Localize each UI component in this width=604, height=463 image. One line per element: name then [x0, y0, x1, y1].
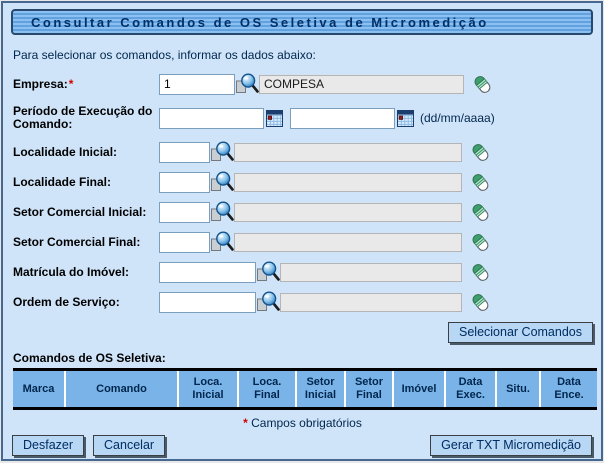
setor-inicial-search-icon[interactable]: [210, 200, 234, 224]
empresa-eraser-icon[interactable]: [470, 72, 494, 96]
column-header-comando: Comando: [65, 370, 178, 409]
column-header-loca-inicial: Loca.Inicial: [178, 370, 238, 409]
setor-inicial-label: Setor Comercial Inicial:: [13, 206, 159, 219]
setor-final-label: Setor Comercial Final:: [13, 236, 159, 249]
filter-form: Empresa:* COMPESA Período de Execução do…: [3, 72, 601, 314]
periodo-end-input[interactable]: [290, 108, 395, 129]
setor-final-name-display: [234, 233, 462, 252]
periodo-end-calendar-icon[interactable]: [397, 109, 415, 127]
cancel-button[interactable]: Cancelar: [93, 435, 165, 456]
date-format-hint: (dd/mm/aaaa): [420, 111, 495, 125]
form-row-periodo: Período de Execução do Comando: (dd/mm/a…: [13, 102, 593, 134]
localidade-inicial-search-icon[interactable]: [210, 140, 234, 164]
required-fields-note: * Campos obrigatórios: [3, 416, 601, 430]
select-commands-row: Selecionar Comandos: [3, 320, 601, 343]
required-note-text: Campos obrigatórios: [251, 416, 362, 430]
column-header-data-exec: DataExec.: [445, 370, 496, 409]
column-header-data-ence: DataEnce.: [540, 370, 597, 409]
ordem-servico-name-display: [280, 293, 462, 312]
form-row-setor-inicial: Setor Comercial Inicial:: [13, 200, 593, 224]
localidade-final-name-display: [234, 173, 462, 192]
undo-button[interactable]: Desfazer: [12, 435, 84, 456]
periodo-start-calendar-icon[interactable]: [266, 109, 284, 127]
form-row-setor-final: Setor Comercial Final:: [13, 230, 593, 254]
periodo-start-input[interactable]: [159, 108, 264, 129]
footer-spacer: [174, 435, 421, 456]
localidade-final-input[interactable]: [159, 172, 210, 193]
matricula-label: Matrícula do Imóvel:: [13, 266, 159, 279]
required-asterisk: *: [69, 77, 74, 91]
localidade-final-label: Localidade Final:: [13, 176, 159, 189]
column-header-loca-final: Loca.Final: [238, 370, 296, 409]
setor-inicial-name-display: [234, 203, 462, 222]
select-commands-button[interactable]: Selecionar Comandos: [448, 322, 593, 343]
localidade-inicial-input[interactable]: [159, 142, 210, 163]
localidade-inicial-label: Localidade Inicial:: [13, 146, 159, 159]
matricula-search-icon[interactable]: [256, 260, 280, 284]
form-row-localidade-final: Localidade Final:: [13, 170, 593, 194]
page-title-bar: Consultar Comandos de OS Seletiva de Mic…: [11, 9, 593, 35]
page-title: Consultar Comandos de OS Seletiva de Mic…: [13, 15, 489, 30]
footer-buttons: Desfazer Cancelar Gerar TXT Micromedição: [3, 435, 601, 456]
commands-table: Marca Comando Loca.Inicial Loca.Final Se…: [13, 368, 597, 410]
intro-text: Para selecionar os comandos, informar os…: [13, 48, 601, 62]
localidade-final-eraser-icon[interactable]: [468, 170, 492, 194]
setor-final-eraser-icon[interactable]: [468, 230, 492, 254]
localidade-final-search-icon[interactable]: [210, 170, 234, 194]
matricula-eraser-icon[interactable]: [468, 260, 492, 284]
localidade-inicial-eraser-icon[interactable]: [468, 140, 492, 164]
empresa-search-icon[interactable]: [235, 72, 259, 96]
empresa-input[interactable]: [159, 74, 235, 95]
form-row-matricula: Matrícula do Imóvel:: [13, 260, 593, 284]
commands-table-header-row: Marca Comando Loca.Inicial Loca.Final Se…: [13, 370, 597, 409]
ordem-servico-label: Ordem de Serviço:: [13, 296, 159, 309]
results-section-label: Comandos de OS Seletiva:: [13, 351, 601, 365]
setor-inicial-eraser-icon[interactable]: [468, 200, 492, 224]
column-header-imovel: Imóvel: [393, 370, 445, 409]
generate-txt-button[interactable]: Gerar TXT Micromedição: [430, 435, 592, 456]
matricula-input[interactable]: [159, 262, 256, 283]
empresa-label: Empresa:*: [13, 78, 159, 91]
ordem-servico-input[interactable]: [159, 292, 256, 313]
setor-inicial-input[interactable]: [159, 202, 210, 223]
form-row-ordem-servico: Ordem de Serviço:: [13, 290, 593, 314]
column-header-setor-final: SetorFinal: [345, 370, 393, 409]
periodo-label: Período de Execução do Comando:: [13, 105, 159, 131]
column-header-situ: Situ.: [496, 370, 540, 409]
form-row-localidade-inicial: Localidade Inicial:: [13, 140, 593, 164]
ordem-servico-search-icon[interactable]: [256, 290, 280, 314]
localidade-inicial-name-display: [234, 143, 462, 162]
consult-os-seletiva-window: Consultar Comandos de OS Seletiva de Mic…: [1, 1, 603, 461]
form-row-empresa: Empresa:* COMPESA: [13, 72, 593, 96]
matricula-name-display: [280, 263, 462, 282]
setor-final-search-icon[interactable]: [210, 230, 234, 254]
column-header-setor-inicial: SetorInicial: [296, 370, 345, 409]
ordem-servico-eraser-icon[interactable]: [468, 290, 492, 314]
required-asterisk: *: [243, 416, 248, 430]
column-header-marca: Marca: [13, 370, 65, 409]
setor-final-input[interactable]: [159, 232, 210, 253]
empresa-name-display: COMPESA: [259, 75, 464, 94]
